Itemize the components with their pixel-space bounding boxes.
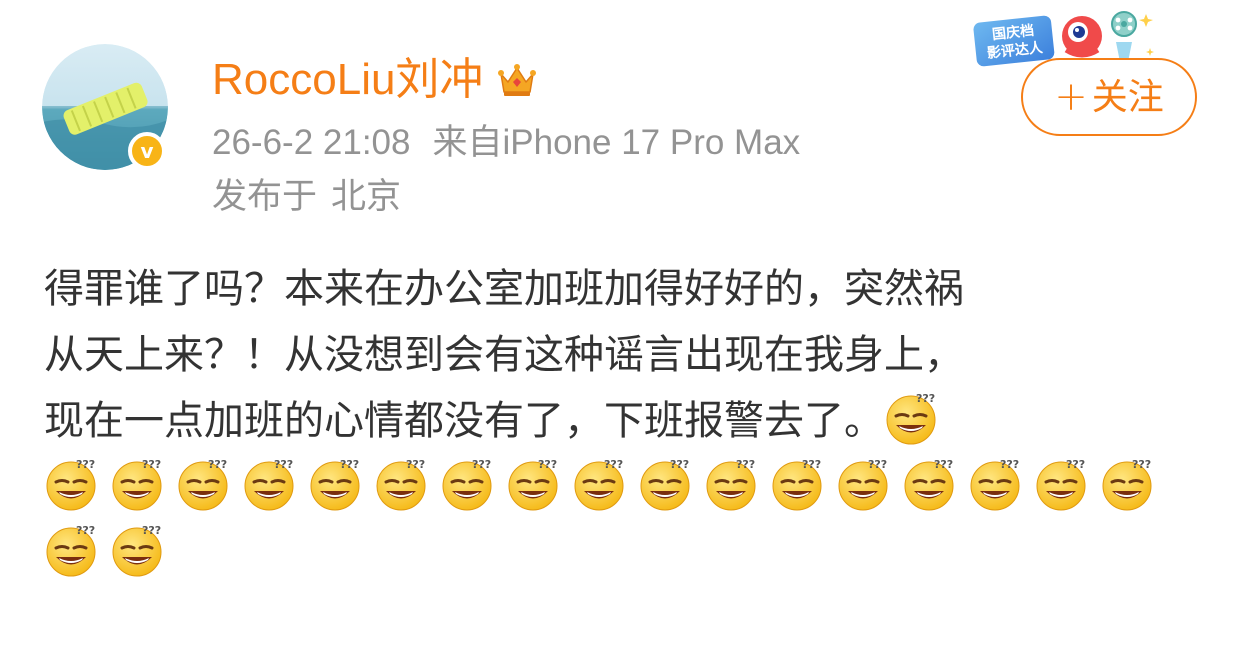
doge-question-emoji: ??? (376, 458, 426, 511)
location-prefix: 发布于 (212, 177, 318, 216)
emoji-row: ?????? (44, 520, 1184, 586)
doge-question-emoji: ??? (970, 458, 1020, 511)
doge-question-emoji: ??? (640, 458, 690, 511)
post-text-line: 现在一点加班的心情都没有了，下班报警去了。??? (44, 388, 1184, 454)
username[interactable]: RoccoLiu刘冲 (212, 52, 483, 108)
post-source: 来自iPhone 17 Pro Max (432, 123, 801, 162)
doge-question-emoji: ??? (838, 458, 888, 511)
doge-question-emoji: ??? (1102, 458, 1152, 511)
svg-text:???: ??? (208, 458, 227, 471)
doge-question-emoji: ??? (574, 458, 624, 511)
weibo-post: v RoccoLiu刘冲 26-6-2 21:08 来自iPhone 17 Pro… (0, 0, 1242, 666)
svg-text:???: ??? (76, 524, 95, 537)
svg-text:???: ??? (76, 458, 95, 471)
avatar-container[interactable]: v (42, 44, 168, 170)
username-row: RoccoLiu刘冲 (212, 52, 539, 108)
svg-text:???: ??? (1000, 458, 1019, 471)
doge-question-emoji: ??? (886, 392, 936, 445)
svg-text:???: ??? (868, 458, 887, 471)
doge-question-emoji: ??? (508, 458, 558, 511)
location-name: 北京 (331, 177, 402, 216)
post-text-segment: 现在一点加班的心情都没有了，下班报警去了。 (44, 398, 884, 444)
doge-question-emoji: ??? (244, 458, 294, 511)
svg-text:???: ??? (604, 458, 623, 471)
svg-text:???: ??? (472, 458, 491, 471)
post-text-line: 得罪谁了吗？本来在办公室加班加得好好的，突然祸 (44, 266, 964, 312)
doge-question-emoji: ??? (46, 524, 96, 577)
crown-icon[interactable] (495, 60, 539, 100)
emoji-row: ????????????????????????????????????????… (44, 454, 1184, 520)
doge-question-emoji: ??? (112, 524, 162, 577)
svg-text:???: ??? (142, 524, 161, 537)
post-meta: 26-6-2 21:08 来自iPhone 17 Pro Max (212, 121, 800, 165)
doge-question-emoji: ??? (904, 458, 954, 511)
svg-text:???: ??? (1066, 458, 1085, 471)
post-content: 得罪谁了吗？本来在办公室加班加得好好的，突然祸 从天上来？！从没想到会有这种谣言… (44, 256, 1184, 586)
post-text-line: 从天上来？！从没想到会有这种谣言出现在我身上， (44, 332, 964, 378)
svg-text:???: ??? (916, 392, 935, 405)
svg-text:???: ??? (142, 458, 161, 471)
post-time: 26-6-2 21:08 (212, 123, 411, 162)
verified-mark: v (140, 139, 154, 163)
plus-icon: + (1054, 74, 1088, 120)
doge-question-emoji: ??? (1036, 458, 1086, 511)
svg-text:???: ??? (934, 458, 953, 471)
svg-text:???: ??? (538, 458, 557, 471)
verified-badge: v (128, 132, 166, 170)
doge-question-emoji: ??? (46, 458, 96, 511)
svg-text:???: ??? (406, 458, 425, 471)
svg-text:???: ??? (802, 458, 821, 471)
svg-text:???: ??? (340, 458, 359, 471)
doge-question-emoji: ??? (442, 458, 492, 511)
doge-question-emoji: ??? (310, 458, 360, 511)
svg-text:???: ??? (1132, 458, 1151, 471)
doge-question-emoji: ??? (706, 458, 756, 511)
svg-text:???: ??? (670, 458, 689, 471)
doge-question-emoji: ??? (112, 458, 162, 511)
doge-question-emoji: ??? (772, 458, 822, 511)
emoji-slot: ??? (884, 392, 950, 445)
post-location: 发布于 北京 (212, 175, 401, 219)
follow-button[interactable]: + 关注 (1021, 58, 1197, 136)
svg-text:???: ??? (274, 458, 293, 471)
doge-question-emoji: ??? (178, 458, 228, 511)
follow-label: 关注 (1091, 76, 1164, 117)
svg-text:???: ??? (736, 458, 755, 471)
